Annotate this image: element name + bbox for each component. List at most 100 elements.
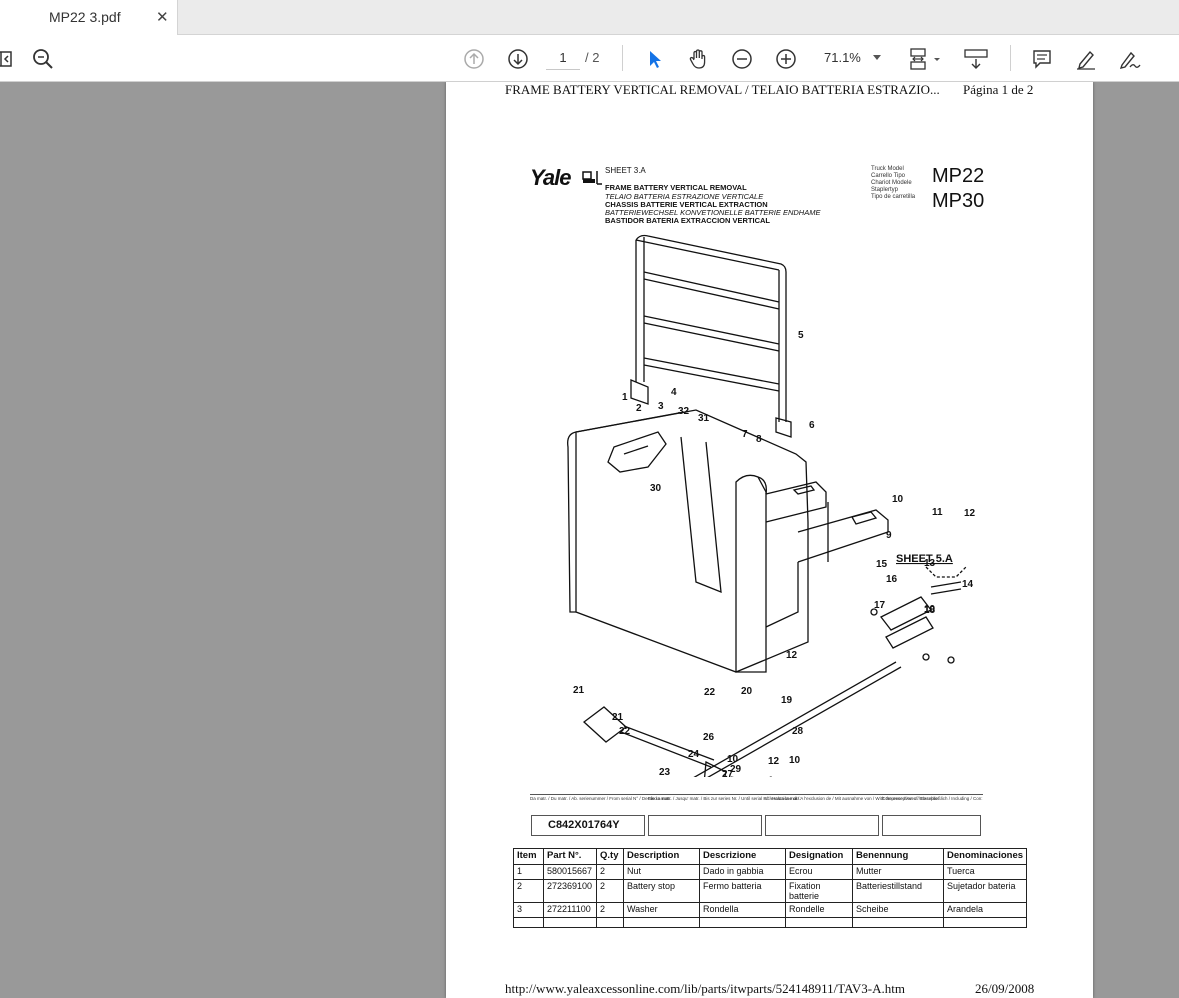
table-cell (513, 917, 544, 928)
diagram-callout: 32 (678, 406, 690, 417)
table-cell: 1 (513, 864, 544, 880)
frame-rung (643, 357, 780, 392)
page-header-page-number: Página 1 de 2 (963, 82, 1034, 97)
diagram-callout: 6 (809, 420, 815, 431)
column-header: Benennung (852, 848, 944, 865)
diagram-callout: 14 (962, 579, 974, 590)
document-tab[interactable]: MP22 3.pdf ✕ (0, 0, 178, 35)
column-header: Denominaciones (942, 848, 1028, 865)
table-cell: Arandela (942, 902, 1028, 918)
chassis-side (567, 411, 685, 613)
page-number-input[interactable] (546, 46, 580, 70)
document-viewer[interactable]: FRAME BATTERY VERTICAL REMOVAL / TELAIO … (0, 82, 1179, 998)
diagram-callout: 12 (768, 756, 780, 767)
table-cell (543, 917, 597, 928)
diagram-callout: 16 (886, 574, 898, 585)
table-cell: 2 (596, 902, 624, 918)
diagram-callout: 11 (932, 507, 943, 518)
battery-frame (635, 234, 787, 422)
table-cell: 3 (513, 902, 544, 918)
zoom-out-icon[interactable] (728, 45, 756, 73)
exception-box (765, 815, 879, 836)
diagram-callout: 10 (789, 755, 801, 766)
column-header: Part N°. (543, 848, 597, 865)
pdf-page: FRAME BATTERY VERTICAL REMOVAL / TELAIO … (446, 82, 1093, 998)
footer-url: http://www.yaleaxcessonline.com/lib/part… (505, 981, 905, 996)
table-cell: Fermo batteria (699, 879, 786, 903)
table-cell: Sujetador bateria (942, 879, 1028, 903)
table-cell: 272369100 (543, 879, 597, 903)
fork-left (765, 481, 827, 523)
table-cell: 2 (513, 879, 544, 903)
nut (922, 653, 930, 661)
table-cell: Washer (623, 902, 700, 918)
table-cell: Batteriestillstand (852, 879, 944, 903)
zoom-value: 71.1% (824, 50, 861, 65)
diagram-callout: 20 (741, 686, 753, 697)
sheet5a-pin (930, 581, 962, 595)
search-icon[interactable] (29, 45, 57, 73)
diagram-callout: 12 (786, 650, 798, 661)
comment-icon[interactable] (1028, 45, 1056, 73)
serial-box: C842X01764Y (531, 815, 645, 836)
table-row-empty (513, 917, 1028, 928)
sign-icon[interactable] (1116, 45, 1144, 73)
washer (947, 656, 955, 664)
title-line-en: FRAME BATTERY VERTICAL REMOVAL (605, 183, 747, 192)
table-cell: Tuerca (942, 864, 1028, 880)
scroll-mode-icon[interactable] (962, 45, 990, 73)
diagram-callout: 2 (636, 403, 642, 414)
handle-part-30 (607, 431, 667, 473)
sidebar-toggle-icon[interactable] (0, 45, 18, 73)
serial-info-strip: Da matr. / Du matr. / Ab. serienummer / … (530, 794, 983, 839)
diagram-callout: 1 (622, 392, 628, 403)
diagram-callout: 12 (964, 508, 976, 519)
table-cell: Rondella (699, 902, 786, 918)
table-row: 1 580015667 2 Nut Dado in gabbia Ecrou Mutter T… (513, 864, 1028, 880)
diagram-callout: 28 (792, 726, 804, 737)
fit-page-icon[interactable] (906, 45, 946, 73)
sheet-label: SHEET 3.A (605, 166, 646, 175)
toolbar: / 2 71.1% (0, 35, 1179, 82)
table-row: 2 272369100 2 Battery stop Fermo batteria Fix… (513, 879, 1028, 903)
diagram-callout: 30 (650, 483, 662, 494)
diagram-callout: 24 (688, 749, 700, 760)
table-cell: Fixation batterie (785, 879, 853, 903)
zoom-dropdown[interactable]: 71.1% (818, 46, 886, 70)
model-mp22: MP22 (932, 165, 985, 187)
diagram-callout: 10 (892, 494, 904, 505)
model-label: Tipo de carretilla (871, 194, 916, 200)
next-page-icon[interactable] (504, 45, 532, 73)
diagram-callout: 22 (619, 726, 631, 737)
previous-page-icon[interactable] (460, 45, 488, 73)
tab-title: MP22 3.pdf (49, 9, 121, 25)
table-cell (699, 917, 786, 928)
close-icon[interactable]: ✕ (156, 8, 169, 26)
column-header: Item (513, 848, 544, 865)
table-row: 3 272211100 2 Washer Rondella Rondelle Scheibe… (513, 902, 1028, 918)
parts-table: Item Part N°. Q.ty Description Descrizio… (513, 848, 1028, 928)
table-cell: Mutter (852, 864, 944, 880)
title-line-es: BASTIDOR BATERIA EXTRACCION VERTICAL (605, 216, 770, 225)
highlight-icon[interactable] (1072, 45, 1100, 73)
diagram-callout: 29 (730, 764, 742, 775)
column-header: Descrizione (699, 848, 786, 865)
column-header: Description (623, 848, 700, 865)
select-tool-icon[interactable] (641, 45, 669, 73)
linkage-rod (620, 725, 715, 768)
diagram-callout: 23 (659, 767, 671, 777)
diagram-callout: 21 (573, 685, 585, 696)
toolbar-divider (1010, 45, 1011, 71)
diagram-callout: 22 (704, 687, 716, 698)
table-cell: Dado in gabbia (699, 864, 786, 880)
exploded-parts-diagram: 12 34567 830313291011 121314151617 181012192… (567, 234, 976, 777)
table-cell: 2 (596, 879, 624, 903)
diagram-callout: 21 (612, 712, 624, 723)
diagram-callout: 5 (798, 330, 804, 341)
table-cell (623, 917, 700, 928)
hand-tool-icon[interactable] (684, 45, 712, 73)
table-cell (942, 917, 1028, 928)
forklift-logo-icon (582, 171, 602, 185)
table-cell: 580015667 (543, 864, 597, 880)
zoom-in-icon[interactable] (772, 45, 800, 73)
